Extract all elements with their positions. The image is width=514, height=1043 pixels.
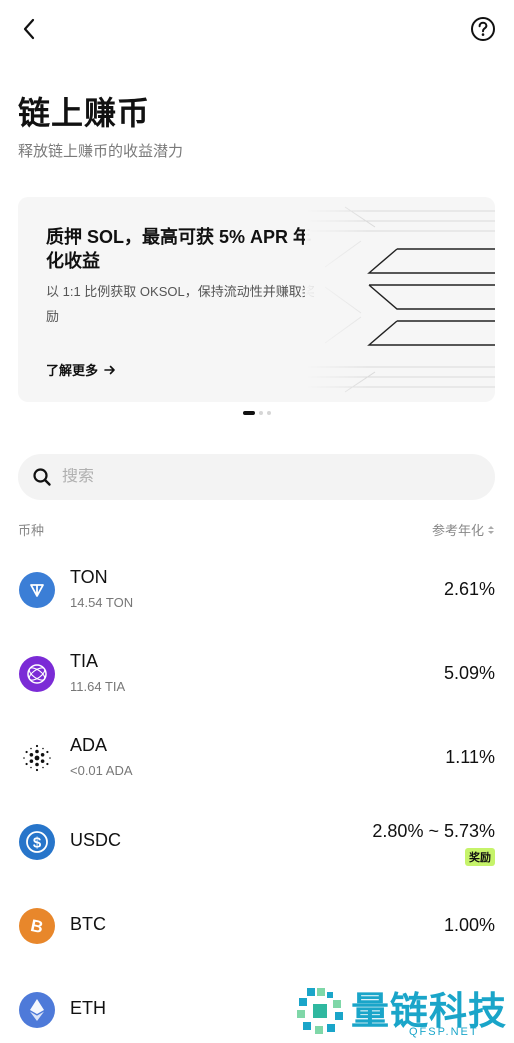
coin-symbol: USDC bbox=[70, 830, 122, 850]
sort-icon bbox=[488, 525, 494, 534]
reward-badge: 奖励 bbox=[465, 848, 495, 866]
eth-icon bbox=[19, 992, 55, 1028]
coin-row-btc[interactable]: B BTC 1.00% bbox=[0, 884, 514, 968]
coin-list: TON 14.54 TON 2.61% TIA 11.64 TIA 5.09% bbox=[0, 548, 514, 1043]
search-icon bbox=[33, 468, 51, 486]
svg-text:B: B bbox=[29, 916, 45, 937]
coin-row-ton[interactable]: TON 14.54 TON 2.61% bbox=[0, 548, 514, 632]
arrow-right-icon bbox=[104, 365, 115, 374]
top-bar bbox=[0, 0, 514, 60]
carousel-indicator bbox=[0, 411, 514, 415]
coin-row-usdc[interactable]: $ USDC 2.80% ~ 5.73% 奖励 bbox=[0, 800, 514, 884]
coin-symbol: TON bbox=[70, 567, 108, 587]
svg-text:$: $ bbox=[33, 835, 42, 852]
help-button[interactable] bbox=[470, 16, 496, 42]
usdc-icon: $ bbox=[19, 824, 55, 860]
learn-more-link[interactable]: 了解更多 bbox=[46, 360, 116, 379]
promo-banner[interactable]: 质押 SOL，最高可获 5% APR 年化收益 以 1:1 比例获取 OKSOL… bbox=[18, 197, 495, 402]
btc-icon: B bbox=[19, 908, 55, 944]
banner-title: 质押 SOL，最高可获 5% APR 年化收益 bbox=[46, 227, 312, 271]
coin-apr: 5.09% bbox=[443, 663, 495, 683]
coin-balance: <0.01 ADA bbox=[70, 763, 133, 778]
page-title: 链上赚币 bbox=[18, 95, 151, 131]
carousel-dot-active[interactable] bbox=[243, 411, 255, 415]
watermark-subtext: QFSP.NET bbox=[409, 1026, 479, 1038]
carousel-dot[interactable] bbox=[259, 411, 263, 415]
watermark-logo-icon bbox=[297, 988, 343, 1034]
search-input[interactable] bbox=[62, 468, 442, 486]
learn-more-label: 了解更多 bbox=[46, 363, 99, 378]
coin-symbol: TIA bbox=[70, 651, 99, 671]
watermark: 量链科技 QFSP.NET bbox=[293, 980, 514, 1043]
solana-art-icon bbox=[305, 197, 495, 402]
coin-row-ada[interactable]: ADA <0.01 ADA 1.11% bbox=[0, 716, 514, 800]
sort-by-apr-button[interactable]: 参考年化 bbox=[432, 520, 495, 539]
chevron-left-icon bbox=[23, 18, 35, 40]
coin-balance: 11.64 TIA bbox=[70, 679, 126, 694]
list-header: 币种 参考年化 bbox=[18, 520, 495, 539]
carousel-dot[interactable] bbox=[267, 411, 271, 415]
column-apr-label: 参考年化 bbox=[431, 523, 484, 538]
coin-apr: 1.00% bbox=[443, 915, 495, 935]
ton-icon bbox=[19, 572, 55, 608]
column-coin-label: 币种 bbox=[18, 523, 45, 538]
coin-symbol: BTC bbox=[70, 914, 106, 934]
coin-apr: 2.61% bbox=[443, 579, 495, 599]
coin-symbol: ETH bbox=[70, 998, 106, 1018]
coin-row-tia[interactable]: TIA 11.64 TIA 5.09% bbox=[0, 632, 514, 716]
banner-description: 以 1:1 比例获取 OKSOL，保持流动性并赚取奖励 bbox=[46, 284, 315, 324]
page-subtitle: 释放链上赚币的收益潜力 bbox=[18, 143, 184, 160]
search-bar[interactable] bbox=[18, 454, 495, 500]
ada-icon bbox=[19, 740, 55, 776]
back-button[interactable] bbox=[14, 14, 44, 44]
coin-balance: 14.54 TON bbox=[70, 595, 134, 610]
help-icon bbox=[471, 17, 495, 41]
coin-apr: 2.80% ~ 5.73% bbox=[372, 821, 495, 841]
coin-symbol: ADA bbox=[70, 735, 108, 755]
coin-apr: 1.11% bbox=[445, 747, 495, 767]
tia-icon bbox=[19, 656, 55, 692]
